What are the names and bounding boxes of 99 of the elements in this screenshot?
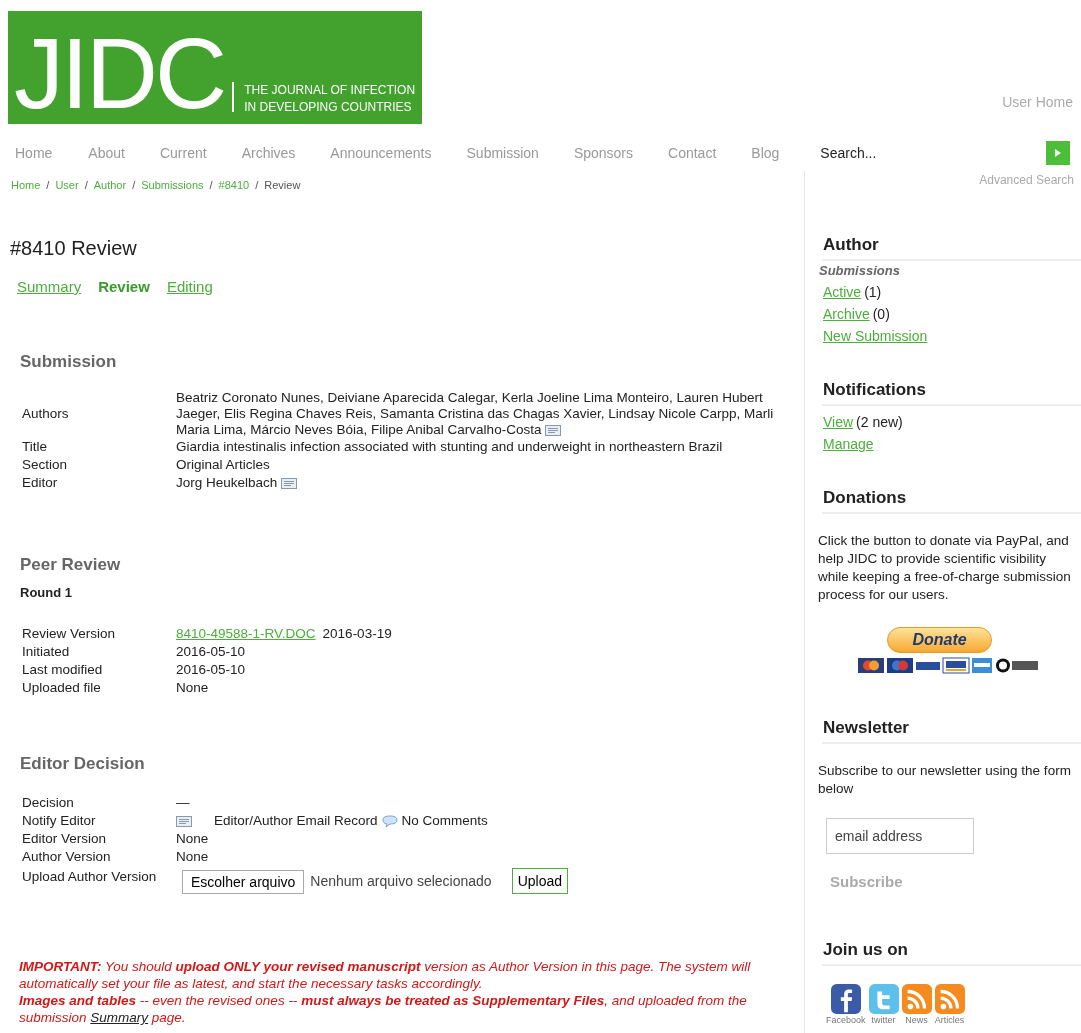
count-label: (0): [872, 306, 890, 322]
field-label: Last modified: [22, 661, 104, 679]
field-value: Original Articles: [176, 457, 270, 473]
bird-icon: [868, 984, 899, 1014]
file-link[interactable]: 8410-49588-1-RV.DOC: [176, 625, 316, 643]
field-label: Review Version: [22, 625, 117, 643]
social-label[interactable]: News: [905, 1015, 928, 1025]
count-label: (2 new): [856, 414, 903, 430]
breadcrumb-link[interactable]: Home: [11, 179, 41, 191]
breadcrumb-link[interactable]: Submissions: [141, 179, 204, 191]
count-label: (1): [864, 284, 882, 300]
social-label[interactable]: Facebook: [826, 1015, 866, 1025]
logo-wordmark: JIDC: [14, 30, 226, 116]
nav-link[interactable]: Submission: [466, 145, 539, 161]
breadcrumb-link[interactable]: #8410: [218, 179, 250, 191]
field-label: Title: [22, 438, 48, 456]
field-value: 2016-05-10: [176, 644, 246, 660]
field-value: Giardia intestinalis infection associated with stunting and underweight in northeastern Brazil: [176, 439, 723, 455]
sidebar-link[interactable]: Manage: [823, 436, 874, 452]
logo-tagline: IN DEVELOPING COUNTRIES: [244, 99, 413, 116]
notice-text: Images and tables -- even the revised ones -- must always be treated as Supplementary Files, and uploaded from the submission Summary page.: [19, 992, 748, 1026]
field-label: Section: [22, 456, 69, 474]
page-title: #8410 Review: [10, 237, 138, 260]
nav-link[interactable]: Home: [15, 145, 53, 161]
logo-tagline: THE JOURNAL OF INFECTION: [244, 82, 416, 99]
breadcrumb-separator: /: [255, 179, 259, 191]
email-record-link[interactable]: Editor/Author Email Record: [214, 812, 378, 830]
tab[interactable]: Summary: [17, 278, 82, 295]
breadcrumb-separator: /: [132, 179, 136, 191]
field-label: Initiated: [22, 643, 71, 661]
breadcrumb-current: Review: [264, 179, 301, 191]
nav-link[interactable]: Blog: [751, 145, 780, 161]
field-label: Editor Version: [22, 830, 108, 848]
block-heading: Newsletter: [822, 718, 1081, 744]
nav-link[interactable]: Archives: [241, 145, 296, 161]
nav-link[interactable]: Announcements: [330, 145, 432, 161]
section-heading: Submission: [20, 352, 118, 372]
facebook-icon: [830, 984, 861, 1014]
choose-file-button[interactable]: Escolher arquivo: [182, 870, 305, 894]
breadcrumb-separator: /: [209, 179, 213, 191]
play-icon: [1055, 149, 1061, 157]
subscribe-button[interactable]: Subscribe: [830, 873, 903, 890]
section-heading: Editor Decision: [20, 754, 146, 774]
sidebar-link[interactable]: Archive: [823, 306, 870, 322]
breadcrumb-separator: /: [84, 179, 88, 191]
nav-link[interactable]: Sponsors: [573, 145, 634, 161]
field-value: Jorg Heukelbach: [176, 475, 298, 491]
field-label: Upload Author Version: [22, 868, 158, 886]
rss-icon: [901, 984, 932, 1014]
breadcrumb-separator: /: [46, 179, 50, 191]
sidebar-link[interactable]: New Submission: [823, 328, 928, 344]
field-label: Notify Editor: [22, 812, 97, 830]
logo[interactable]: JIDC THE JOURNAL OF INFECTION IN DEVELOPING COUNTRIES: [8, 11, 422, 124]
user-home-link[interactable]: User Home: [1002, 94, 1073, 110]
advanced-search-link[interactable]: Advanced Search: [818, 173, 1074, 187]
file-date: 2016-03-19: [322, 625, 392, 643]
notice-text: IMPORTANT: You should upload ONLY your revised manuscript version as Author Version in this page. The system will automatically set your file as latest, and start the necessary tasks accordingly.: [19, 958, 752, 992]
field-value: 2016-05-10: [176, 662, 246, 678]
comments-link[interactable]: No Comments: [401, 812, 488, 830]
field-label: Authors: [22, 405, 70, 423]
social-label[interactable]: twitter: [871, 1015, 896, 1025]
speech-bubble-icon: [381, 814, 398, 828]
search-button[interactable]: [1046, 141, 1070, 165]
block-heading: Join us on: [822, 940, 1081, 966]
block-heading: Donations: [822, 488, 1081, 514]
field-value: Beatriz Coronato Nunes, Deiviane Aparecida Calegar, Kerla Joeline Lima Monteiro, Lauren Hubert Jaeger, Elis Regina Chaves Reis, Samanta Cristina das Chagas Xavier, Lindsay Nicole Carpp, Marli Maria Lima, Márcio Neves Bóia, Filipe Anibal Carvalho-Costa: [176, 390, 775, 438]
donation-text: Click the button to donate via PayPal, and help JIDC to provide scientific visibility while keeping a free-of-charge submission process for our users.: [818, 532, 1072, 604]
nav-link[interactable]: About: [88, 145, 125, 161]
donate-button[interactable]: Donate: [887, 627, 992, 653]
block-subheading: Submissions: [819, 263, 900, 278]
field-value: None: [176, 849, 209, 865]
rss-icon: [934, 984, 965, 1014]
logo-divider: [232, 82, 235, 112]
field-label: Editor: [22, 474, 59, 492]
social-label[interactable]: Articles: [934, 1015, 965, 1025]
field-label: Uploaded file: [22, 679, 102, 697]
summary-link[interactable]: Summary: [90, 1010, 149, 1025]
upload-button[interactable]: Upload: [511, 868, 568, 894]
sidebar-link[interactable]: View: [823, 414, 854, 430]
field-value: —: [176, 795, 190, 811]
field-label: Decision: [22, 794, 75, 812]
tab[interactable]: Editing: [166, 278, 213, 295]
field-value: None: [176, 831, 209, 847]
block-heading: Author: [822, 235, 1081, 261]
sidebar-link[interactable]: Active: [823, 284, 862, 300]
breadcrumb-link[interactable]: User: [55, 179, 79, 191]
nav-link[interactable]: Contact: [668, 145, 717, 161]
tab[interactable]: Review: [98, 278, 150, 295]
section-heading: Peer Review: [20, 555, 122, 575]
round-label: Round 1: [20, 585, 73, 600]
nav-link[interactable]: Current: [159, 145, 207, 161]
field-value: None: [176, 680, 209, 696]
newsletter-text: Subscribe to our newsletter using the form below: [818, 762, 1072, 798]
file-status: Nenhum arquivo selecionado: [310, 872, 492, 890]
block-heading: Notifications: [822, 380, 1081, 406]
envelope-icon[interactable]: [176, 815, 192, 827]
email-field[interactable]: email address: [826, 818, 974, 854]
field-label: Author Version: [22, 848, 112, 866]
breadcrumb-link[interactable]: Author: [93, 179, 127, 191]
